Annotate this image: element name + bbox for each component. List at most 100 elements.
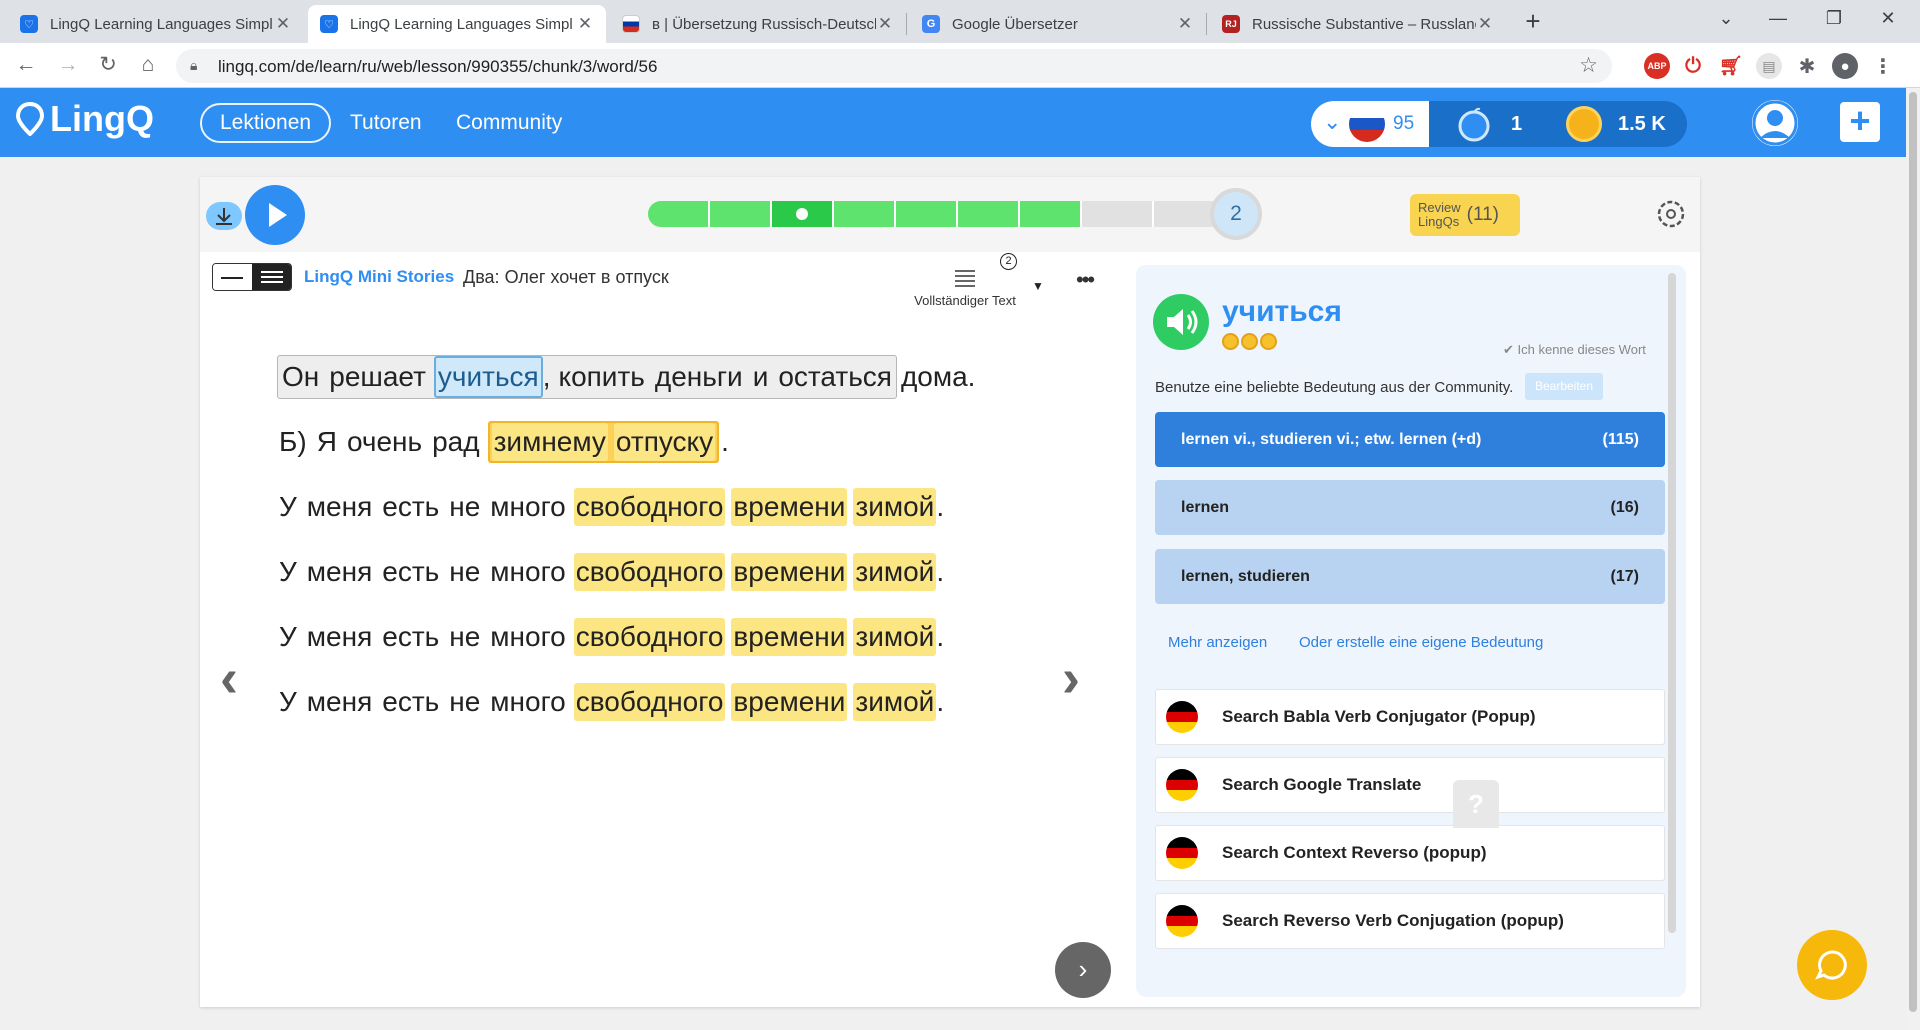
cart-extension-icon[interactable]: 🛒︎ xyxy=(1718,53,1744,79)
meaning-option[interactable]: lernen (16) xyxy=(1155,480,1665,535)
next-page-arrow-icon[interactable]: › xyxy=(1062,647,1080,709)
lingq-word[interactable]: зимой xyxy=(853,552,937,591)
progress-segment[interactable] xyxy=(648,201,710,227)
next-sentence-button[interactable]: › xyxy=(1055,942,1111,998)
word[interactable]: копить xyxy=(557,358,647,396)
word[interactable]: деньги xyxy=(653,358,745,396)
home-icon[interactable]: ⌂ xyxy=(134,52,162,80)
word[interactable]: решает xyxy=(327,358,428,396)
page-number-badge[interactable]: 2 xyxy=(1210,188,1262,240)
lingq-word[interactable]: времени xyxy=(731,487,848,526)
lingq-word[interactable]: свободного xyxy=(573,487,726,526)
word[interactable]: У xyxy=(277,488,299,526)
dictionary-search-babla[interactable]: Search Babla Verb Conjugator (Popup) xyxy=(1155,689,1665,745)
progress-segment[interactable] xyxy=(772,201,834,227)
lingq-word[interactable]: отпуску xyxy=(613,422,716,461)
power-extension-icon[interactable]: ⏻ xyxy=(1680,53,1706,79)
progress-segment[interactable] xyxy=(1020,201,1082,227)
word[interactable]: меня xyxy=(305,683,374,721)
panel-scrollbar[interactable] xyxy=(1668,273,1676,933)
lesson-progress-bar[interactable] xyxy=(648,201,1226,227)
selected-word[interactable]: учиться xyxy=(433,355,543,398)
lingq-word[interactable]: зимой xyxy=(853,617,937,656)
address-bar[interactable]: 🔒︎ lingq.com/de/learn/ru/web/lesson/9903… xyxy=(176,49,1612,83)
play-button[interactable] xyxy=(245,185,305,245)
nav-tutoren[interactable]: Tutoren xyxy=(332,103,440,143)
word[interactable]: есть xyxy=(380,553,441,591)
apple-streak-icon[interactable] xyxy=(1456,106,1492,142)
tab-close-icon[interactable]: ✕ xyxy=(1476,14,1494,34)
word[interactable]: дома. xyxy=(899,358,978,396)
word[interactable]: Б) xyxy=(277,423,309,461)
back-icon[interactable]: ← xyxy=(12,52,40,80)
active-sentence[interactable]: Он решает учиться , копить деньги и оста… xyxy=(277,354,897,399)
tab-close-icon[interactable]: ✕ xyxy=(576,14,594,34)
progress-remaining[interactable] xyxy=(1082,201,1226,227)
word[interactable]: Я xyxy=(315,423,339,461)
browser-tab-active[interactable]: ♡ LingQ Learning Languages Simpl ✕ xyxy=(308,5,606,43)
word[interactable]: и xyxy=(751,358,771,396)
more-options-icon[interactable]: ••• xyxy=(1076,267,1095,293)
word-level-indicator[interactable] xyxy=(1222,333,1277,350)
lingq-word[interactable]: времени xyxy=(731,682,848,721)
nav-lektionen[interactable]: Lektionen xyxy=(200,103,332,143)
download-audio-button[interactable] xyxy=(206,202,242,230)
new-tab-button[interactable]: + xyxy=(1518,7,1548,37)
browser-tab[interactable]: ♡ LingQ Learning Languages Simpl ✕ xyxy=(8,5,304,43)
course-link[interactable]: LingQ Mini Stories xyxy=(304,267,454,287)
word[interactable]: У xyxy=(277,553,299,591)
lingq-logo[interactable]: LingQ xyxy=(16,98,154,140)
browser-tab[interactable]: RJ Russische Substantive – Russland ✕ xyxy=(1210,5,1506,43)
progress-segment[interactable] xyxy=(710,201,772,227)
lingq-word[interactable]: свободного xyxy=(573,552,726,591)
coin-icon[interactable] xyxy=(1566,106,1602,142)
browser-tab[interactable]: в | Übersetzung Russisch-Deutsch ✕ xyxy=(610,5,906,43)
profile-icon[interactable]: ● xyxy=(1832,53,1858,79)
page-scrollbar[interactable] xyxy=(1906,88,1920,1030)
tab-close-icon[interactable]: ✕ xyxy=(1176,14,1194,34)
word[interactable]: не xyxy=(447,488,482,526)
word[interactable]: много xyxy=(488,553,567,591)
adblock-icon[interactable]: ABP xyxy=(1644,53,1670,79)
word[interactable]: Он xyxy=(280,358,321,396)
word[interactable]: много xyxy=(488,683,567,721)
scrollbar-thumb[interactable] xyxy=(1909,92,1917,1012)
edit-button[interactable]: Bearbeiten xyxy=(1525,373,1603,400)
dictionary-search-context-reverso[interactable]: Search Context Reverso (popup) xyxy=(1155,825,1665,881)
view-mode-toggle[interactable] xyxy=(212,263,292,291)
tab-search-icon[interactable]: ⌄ xyxy=(1706,8,1746,29)
word[interactable]: У xyxy=(277,683,299,721)
word[interactable]: много xyxy=(488,488,567,526)
dictionary-search-google[interactable]: Search Google Translate xyxy=(1155,757,1665,813)
meaning-option[interactable]: lernen vi., studieren vi.; etw. lernen (… xyxy=(1155,412,1665,467)
close-window-icon[interactable]: ✕ xyxy=(1868,8,1908,29)
word[interactable]: много xyxy=(488,618,567,656)
sentence-mode-icon[interactable] xyxy=(213,264,252,290)
lingq-word[interactable]: времени xyxy=(731,552,848,591)
word[interactable]: не xyxy=(447,618,482,656)
pronounce-button[interactable] xyxy=(1153,294,1209,350)
know-word-button[interactable]: ✔ Ich kenne dieses Wort xyxy=(1503,342,1646,358)
word[interactable]: есть xyxy=(380,618,441,656)
tab-close-icon[interactable]: ✕ xyxy=(274,14,292,34)
lingq-word[interactable]: свободного xyxy=(573,682,726,721)
puzzle-extensions-icon[interactable]: ✱ xyxy=(1794,53,1820,79)
dictionary-search-reverso-conjugation[interactable]: Search Reverso Verb Conjugation (popup) xyxy=(1155,893,1665,949)
bookmark-star-icon[interactable]: ☆ xyxy=(1579,53,1598,78)
tab-close-icon[interactable]: ✕ xyxy=(876,14,894,34)
forward-icon[interactable]: → xyxy=(54,52,82,80)
minimize-icon[interactable]: — xyxy=(1758,8,1798,29)
extension-icon[interactable]: ▤ xyxy=(1756,53,1782,79)
full-text-dropdown[interactable]: 2 Vollständiger Text ▼ xyxy=(900,253,1044,311)
create-meaning-link[interactable]: Oder erstelle eine eigene Bedeutung xyxy=(1299,634,1543,651)
lingq-word[interactable]: свободного xyxy=(573,617,726,656)
show-more-link[interactable]: Mehr anzeigen xyxy=(1168,634,1267,651)
add-lesson-button[interactable]: + xyxy=(1840,102,1880,142)
nav-community[interactable]: Community xyxy=(438,103,580,143)
url-text[interactable]: lingq.com/de/learn/ru/web/lesson/990355/… xyxy=(218,57,657,77)
progress-segment[interactable] xyxy=(1082,201,1154,227)
browser-tab[interactable]: G Google Übersetzer ✕ xyxy=(910,5,1206,43)
language-selector[interactable]: ⌄ 95 xyxy=(1311,101,1429,147)
lingq-word[interactable]: зимой xyxy=(853,682,937,721)
previous-page-arrow-icon[interactable]: ‹ xyxy=(220,647,238,709)
